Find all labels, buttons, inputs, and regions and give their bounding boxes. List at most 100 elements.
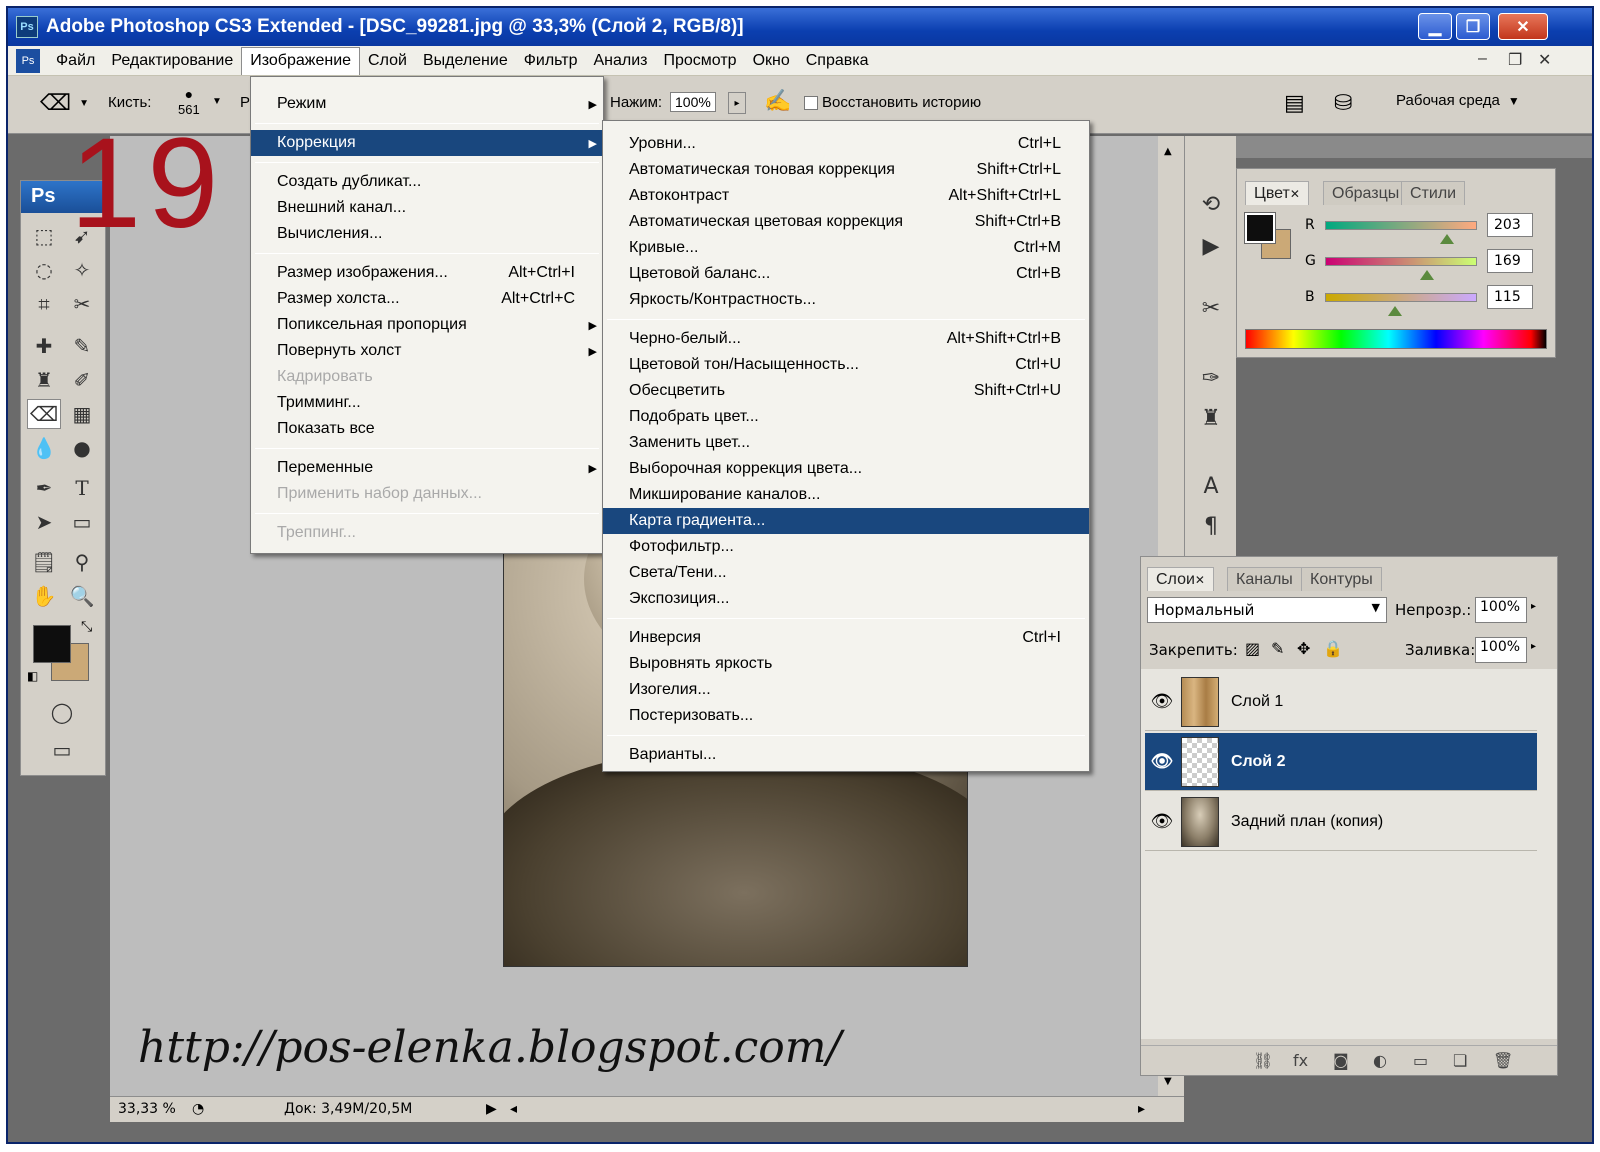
- slider-thumb-icon[interactable]: [1439, 234, 1454, 244]
- layer-thumbnail[interactable]: [1181, 676, 1219, 727]
- layer-name[interactable]: Слой 1: [1231, 693, 1283, 711]
- layer-thumbnail[interactable]: [1181, 736, 1219, 787]
- default-colors-icon[interactable]: ◧: [27, 669, 38, 683]
- new-layer-icon[interactable]: ❏: [1453, 1051, 1467, 1070]
- airbrush-icon[interactable]: ✍: [764, 88, 791, 114]
- close-button[interactable]: ✕: [1498, 13, 1548, 40]
- zoom-tool-icon[interactable]: 🔍: [65, 581, 99, 611]
- palette-well-icon[interactable]: ▤: [1284, 90, 1305, 116]
- minimize-button[interactable]: ▁: [1418, 13, 1452, 40]
- opacity-input[interactable]: 100%: [1475, 597, 1527, 623]
- lock-all-icon[interactable]: 🔒: [1323, 639, 1343, 658]
- visibility-eye-icon[interactable]: 👁: [1149, 809, 1175, 835]
- color-ramp[interactable]: [1245, 329, 1547, 349]
- hscroll-right-icon[interactable]: ▸: [1138, 1101, 1145, 1117]
- channel-slider-g[interactable]: [1325, 257, 1477, 280]
- menu-6[interactable]: Фильтр: [516, 47, 586, 75]
- foreground-color-swatch[interactable]: [33, 625, 71, 663]
- visibility-eye-icon[interactable]: 👁: [1149, 749, 1175, 775]
- channel-slider-r[interactable]: [1325, 221, 1477, 244]
- adjust-menu-item[interactable]: Автоматическая цветовая коррекция Shift+C…: [603, 209, 1089, 235]
- hand-tool-icon[interactable]: ✋: [27, 581, 61, 611]
- layer-thumbnail[interactable]: [1181, 796, 1219, 847]
- doc-close-button[interactable]: ✕: [1538, 50, 1551, 70]
- status-menu-arrow-icon[interactable]: ▶: [486, 1101, 497, 1117]
- trash-icon[interactable]: 🗑: [1493, 1051, 1513, 1070]
- adjust-menu-item[interactable]: Заменить цвет...: [603, 430, 1089, 456]
- menu-9[interactable]: Окно: [745, 47, 798, 75]
- restore-history-checkbox[interactable]: Восстановить историю: [804, 94, 981, 111]
- scroll-down-icon[interactable]: ▼: [1164, 1076, 1172, 1087]
- image-menu-item[interactable]: Внешний канал...: [251, 195, 603, 221]
- adjust-menu-item[interactable]: Автоконтраст Alt+Shift+Ctrl+L: [603, 183, 1089, 209]
- image-menu-item[interactable]: Размер изображения... Alt+Ctrl+I: [251, 260, 603, 286]
- image-menu-item[interactable]: Попиксельная пропорция ▶: [251, 312, 603, 338]
- link-icon[interactable]: ⛓: [1253, 1051, 1273, 1070]
- zoom-level[interactable]: 33,33 %: [118, 1101, 176, 1117]
- scroll-up-icon[interactable]: ▲: [1164, 146, 1172, 157]
- image-menu-item[interactable]: Коррекция ▶: [251, 130, 603, 156]
- opacity-arrow-icon[interactable]: ▸: [1531, 601, 1536, 612]
- clone-stamp-tool-icon[interactable]: ♜: [27, 365, 61, 395]
- magic-wand-tool-icon[interactable]: ✧: [65, 255, 99, 285]
- adjust-menu-item[interactable]: Карта градиента...: [603, 508, 1089, 534]
- adjust-menu-item[interactable]: Уровни... Ctrl+L: [603, 131, 1089, 157]
- status-info-icon[interactable]: ◔: [192, 1101, 204, 1117]
- fill-arrow-icon[interactable]: ▸: [1531, 641, 1536, 652]
- pen-tool-icon[interactable]: ✒: [27, 473, 61, 503]
- adjust-menu-item[interactable]: Экспозиция...: [603, 586, 1089, 612]
- layer-name[interactable]: Задний план (копия): [1231, 813, 1383, 831]
- menu-5[interactable]: Выделение: [415, 47, 516, 75]
- adjust-menu-item[interactable]: Варианты...: [603, 742, 1089, 768]
- tab-close-icon[interactable]: ✕: [1195, 573, 1205, 587]
- adjust-menu-item[interactable]: Цветовой баланс... Ctrl+B: [603, 261, 1089, 287]
- adjust-menu-item[interactable]: Яркость/Контрастность...: [603, 287, 1089, 313]
- adjust-menu-item[interactable]: Микширование каналов...: [603, 482, 1089, 508]
- folder-icon[interactable]: ▭: [1413, 1051, 1428, 1070]
- brushes-panel-icon[interactable]: ✑: [1195, 362, 1227, 394]
- slider-thumb-icon[interactable]: [1419, 270, 1434, 280]
- menu-2[interactable]: Редактирование: [103, 47, 241, 75]
- blur-tool-icon[interactable]: 💧: [27, 433, 61, 463]
- menu-8[interactable]: Просмотр: [655, 47, 744, 75]
- hscroll-left-icon[interactable]: ◂: [510, 1101, 517, 1117]
- image-menu-item[interactable]: Повернуть холст ▶: [251, 338, 603, 364]
- lock-pixels-icon[interactable]: ✎: [1271, 639, 1284, 658]
- layer-name[interactable]: Слой 2: [1231, 753, 1285, 771]
- adjust-menu-item[interactable]: Света/Тени...: [603, 560, 1089, 586]
- image-menu-item[interactable]: Режим ▶: [251, 91, 603, 117]
- lock-transparency-icon[interactable]: ▨: [1245, 639, 1260, 658]
- layers-tab-3[interactable]: Контуры: [1301, 567, 1382, 591]
- healing-brush-tool-icon[interactable]: ✚: [27, 331, 61, 361]
- adjust-menu-item[interactable]: Изогелия...: [603, 677, 1089, 703]
- mask-icon[interactable]: ◙: [1333, 1051, 1349, 1070]
- slice-tool-icon[interactable]: ✂: [65, 289, 99, 319]
- eraser-tool-icon[interactable]: ⌫: [27, 399, 61, 429]
- marquee-tool-icon[interactable]: ⬚: [27, 221, 61, 251]
- menu-7[interactable]: Анализ: [585, 47, 655, 75]
- lasso-tool-icon[interactable]: ◌: [27, 255, 61, 285]
- adjust-menu-item[interactable]: Подобрать цвет...: [603, 404, 1089, 430]
- doc-minimize-button[interactable]: –: [1478, 50, 1487, 68]
- fill-input[interactable]: 100%: [1475, 637, 1527, 663]
- tab-close-icon[interactable]: ✕: [1290, 187, 1300, 201]
- adjust-menu-item[interactable]: Выборочная коррекция цвета...: [603, 456, 1089, 482]
- channel-value-b[interactable]: 115: [1487, 285, 1533, 309]
- adjust-menu-item[interactable]: Выровнять яркость: [603, 651, 1089, 677]
- adjust-menu-item[interactable]: Автоматическая тоновая коррекция Shift+Ct…: [603, 157, 1089, 183]
- image-menu-item[interactable]: Размер холста... Alt+Ctrl+C: [251, 286, 603, 312]
- fx-icon[interactable]: fx: [1293, 1051, 1308, 1070]
- image-menu-item[interactable]: Показать все: [251, 416, 603, 442]
- adjust-menu-item[interactable]: Цветовой тон/Насыщенность... Ctrl+U: [603, 352, 1089, 378]
- image-menu-item[interactable]: Тримминг...: [251, 390, 603, 416]
- restore-button[interactable]: ❐: [1456, 13, 1490, 40]
- gradient-tool-icon[interactable]: ▦: [65, 399, 99, 429]
- image-menu-item[interactable]: Создать дубликат...: [251, 169, 603, 195]
- adjust-menu-item[interactable]: Обесцветить Shift+Ctrl+U: [603, 378, 1089, 404]
- image-menu-item[interactable]: Вычисления...: [251, 221, 603, 247]
- adjust-menu-item[interactable]: Фотофильтр...: [603, 534, 1089, 560]
- layer-row[interactable]: 👁 Слой 2: [1145, 733, 1537, 791]
- menu-4[interactable]: Слой: [360, 47, 415, 75]
- clone-source-icon[interactable]: ♜: [1195, 402, 1227, 434]
- panel-foreground-swatch[interactable]: [1244, 212, 1276, 244]
